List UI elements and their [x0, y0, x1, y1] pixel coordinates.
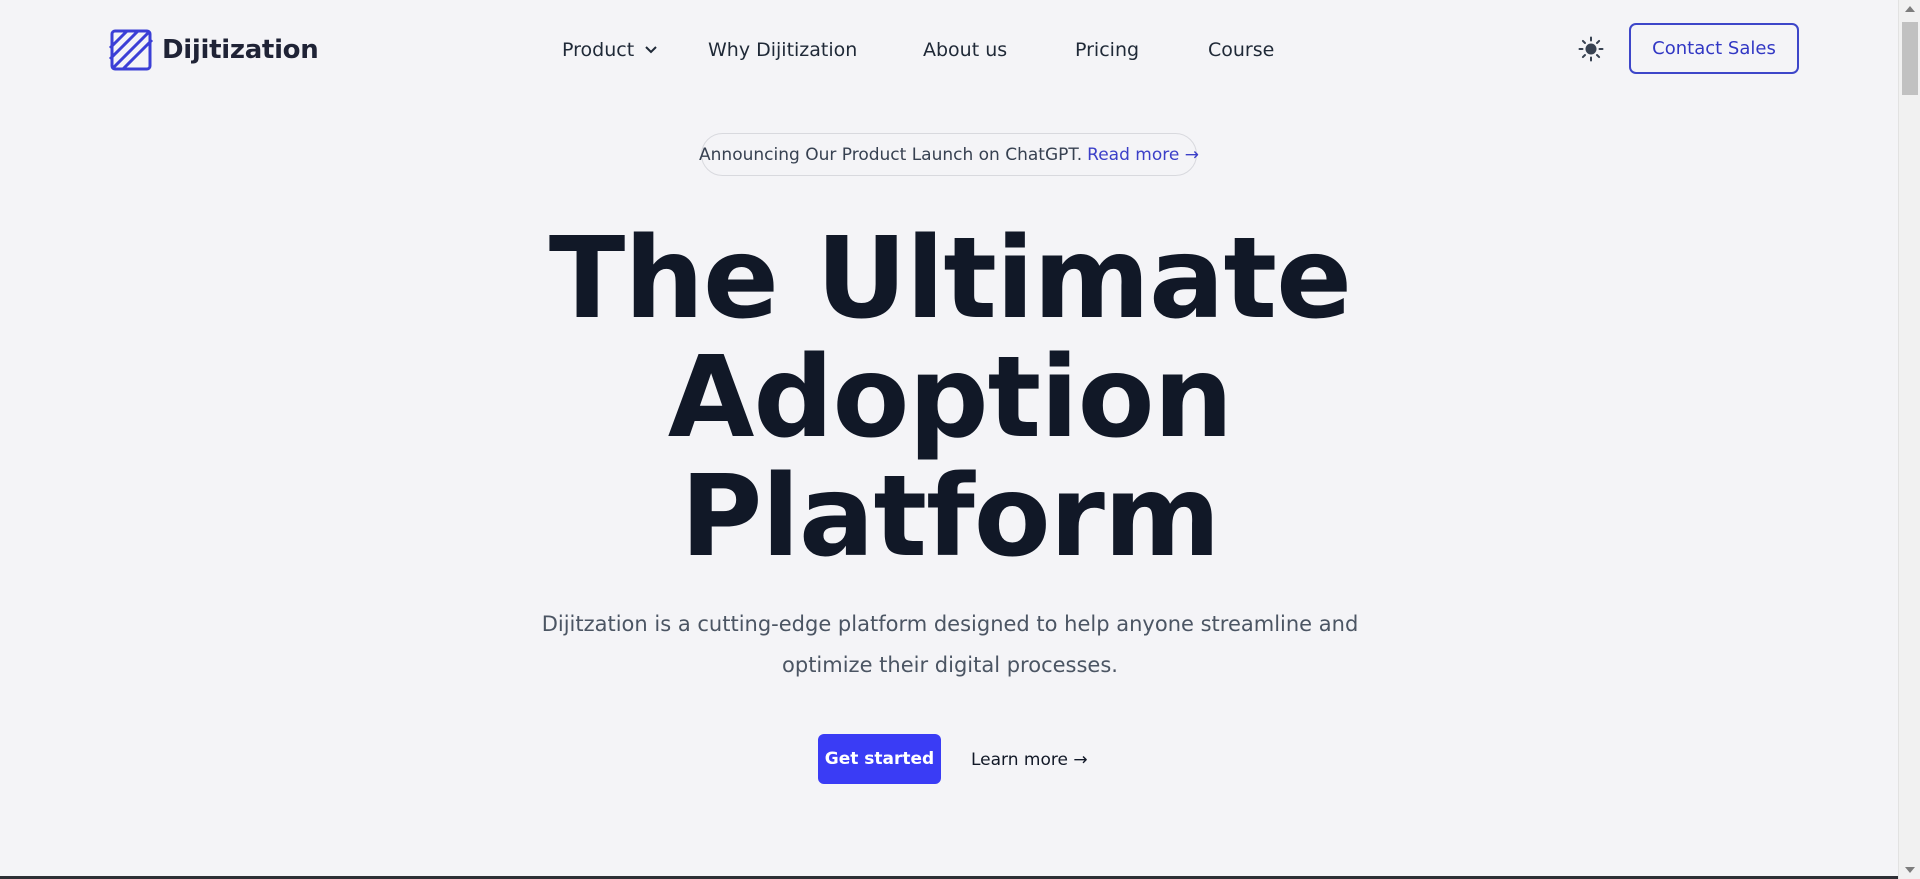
hero-title-line: Platform: [680, 452, 1220, 582]
read-more-link[interactable]: Read more →: [1087, 145, 1199, 165]
striped-square-logo-icon: [108, 29, 154, 71]
scroll-up-arrow-icon[interactable]: [1905, 6, 1915, 12]
brand-logo[interactable]: Dijitization: [108, 28, 319, 72]
nav-item-about-us[interactable]: About us: [923, 36, 1007, 64]
scroll-down-arrow-icon[interactable]: [1905, 867, 1915, 873]
announcement-pill: Announcing Our Product Launch on ChatGPT…: [699, 133, 1199, 176]
hero-subtitle: Dijitzation is a cutting-edge platform d…: [541, 612, 1359, 677]
nav-item-course[interactable]: Course: [1208, 36, 1274, 64]
nav-item-label: Product: [562, 39, 635, 61]
nav-item-label: Course: [1208, 39, 1275, 61]
scrollbar-thumb[interactable]: [1902, 22, 1918, 95]
nav-item-label: Why Dijitization: [708, 39, 858, 61]
nav-item-why-dijitization[interactable]: Why Dijitization: [708, 36, 857, 64]
learn-more-link[interactable]: Learn more →: [971, 747, 1088, 773]
nav-item-label: About us: [923, 39, 1008, 61]
theme-toggle-button[interactable]: [1575, 33, 1607, 65]
chevron-down-icon: [645, 46, 657, 54]
hero-title-line: The Ultimate: [548, 214, 1352, 344]
nav-item-pricing[interactable]: Pricing: [1075, 36, 1139, 64]
site-header: Dijitization Product Why Dijitization Ab…: [0, 0, 1898, 100]
get-started-button[interactable]: Get started: [818, 734, 941, 784]
contact-sales-button[interactable]: Contact Sales: [1629, 23, 1799, 74]
hero-title: The Ultimate Adoption Platform: [360, 220, 1540, 577]
brand-name: Dijitization: [162, 35, 319, 65]
hero-title-line: Adoption: [667, 333, 1234, 463]
nav-item-label: Pricing: [1075, 39, 1140, 61]
sun-icon: [1578, 36, 1604, 62]
page-scrollbar[interactable]: [1898, 0, 1920, 879]
nav-item-product[interactable]: Product: [562, 36, 658, 64]
announcement-text: Announcing Our Product Launch on ChatGPT…: [699, 144, 1083, 165]
